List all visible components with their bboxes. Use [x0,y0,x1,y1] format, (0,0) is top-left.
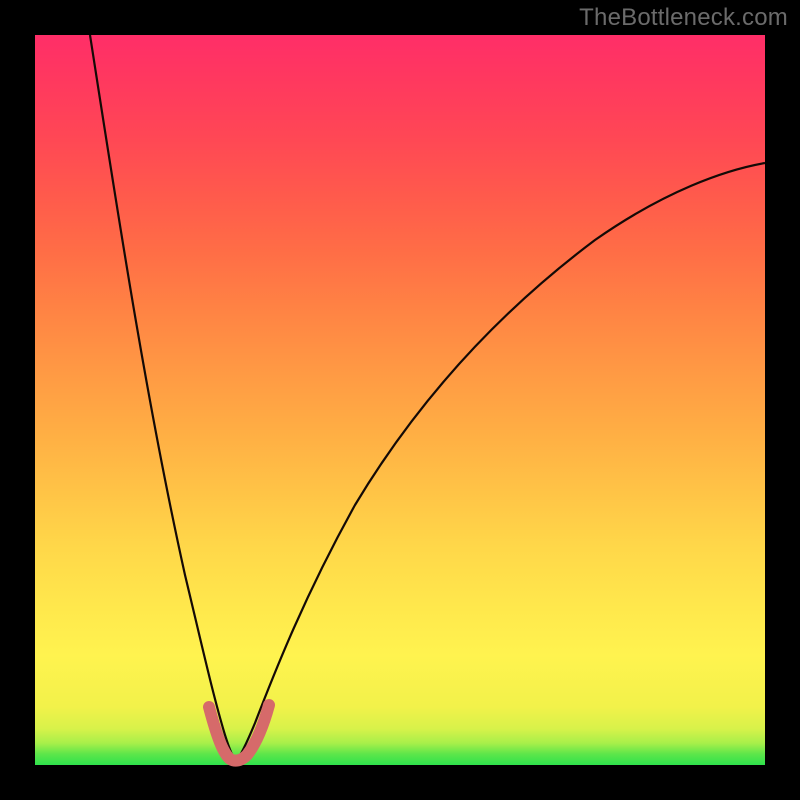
chart-frame: TheBottleneck.com [0,0,800,800]
plot-area [35,35,765,765]
curve-layer [35,35,765,765]
watermark-text: TheBottleneck.com [579,4,788,32]
bottleneck-curve [90,35,765,761]
